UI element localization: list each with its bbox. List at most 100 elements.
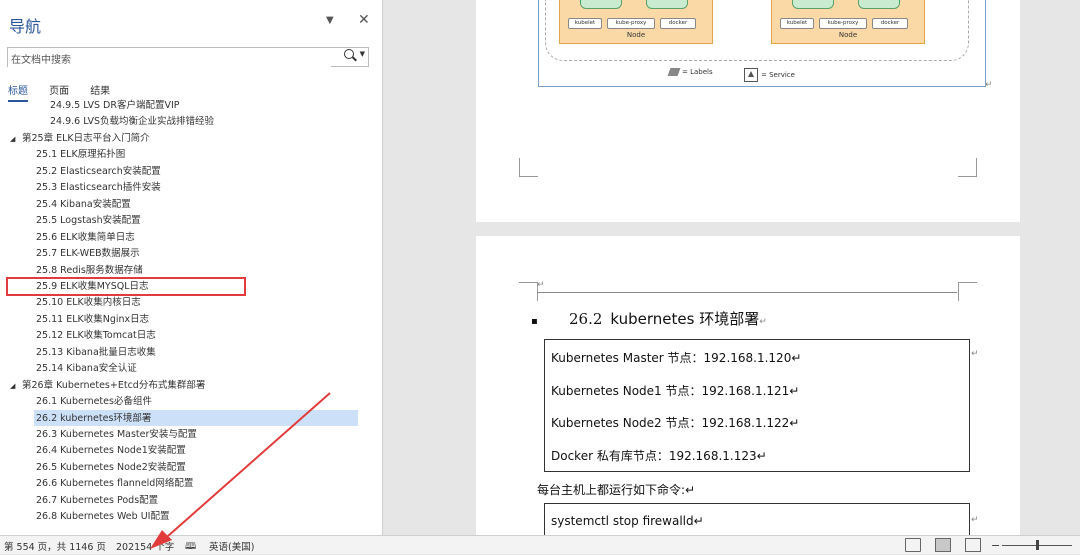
annotation-box [6, 277, 246, 296]
nav-title: 导航 [9, 17, 42, 36]
node-line: Kubernetes Node1 节点：192.168.1.121↵ [551, 384, 800, 398]
toc-item[interactable]: 24.9.5 LVS DR客户端配置VIP [50, 98, 179, 114]
status-bar: 第 554 页，共 1146 页 202154 个字 🕮 英语(美国) − [0, 535, 1080, 554]
read-mode-icon[interactable] [905, 538, 921, 552]
chevron-down-icon[interactable]: ▼ [360, 50, 365, 58]
page-current: ↵ ▪ 26.2 kubernetes 环境部署↵ Kubernetes Maste… [476, 236, 1020, 535]
toc-item[interactable]: 26.3 Kubernetes Master安装与配置 [36, 427, 197, 443]
search-input[interactable] [8, 52, 331, 69]
toc-item[interactable]: 25.3 Elasticsearch插件安装 [36, 180, 161, 196]
label-tag-icon [667, 68, 681, 76]
toc-list: 24.9.5 LVS DR客户端配置VIP 24.9.6 LVS负载均衡企业实战排… [0, 97, 382, 535]
expand-triangle-icon[interactable]: ◢ [10, 378, 22, 394]
paragraph-mark: ↵ [985, 80, 993, 90]
print-layout-icon[interactable] [935, 538, 951, 552]
node-pill: kube-proxy [819, 18, 867, 29]
toc-item[interactable]: 25.2 Elasticsearch安装配置 [36, 164, 161, 180]
node-pill: kubelet [780, 18, 814, 29]
node-label: Node [626, 31, 646, 39]
toc-item[interactable]: 26.7 Kubernetes Pods配置 [36, 493, 158, 509]
paragraph-mark: ↵ [971, 515, 979, 525]
toc-item[interactable]: 25.5 Logstash安装配置 [36, 213, 141, 229]
close-icon[interactable]: ✕ [358, 12, 370, 28]
expand-triangle-icon[interactable]: ◢ [10, 131, 22, 147]
word-count[interactable]: 202154 个字 [116, 539, 174, 553]
node-pill: docker [872, 18, 908, 29]
section-heading: ▪ 26.2 kubernetes 环境部署↵ [531, 308, 767, 329]
command-line: systemctl stop firewalld↵ [551, 514, 704, 528]
toc-item[interactable]: 25.7 ELK-WEB数据展示 [36, 246, 140, 262]
toc-chapter[interactable]: ◢ 第25章 ELK日志平台入门简介 [10, 131, 150, 147]
pod-shape [792, 0, 834, 9]
toc-item-label: 25.6 ELK收集简单日志 [36, 231, 135, 243]
page-top: kubelet kube-proxy docker Node kubelet k… [476, 0, 1020, 222]
node-pill: kube-proxy [607, 18, 655, 29]
toc-item[interactable]: 26.8 Kubernetes Web UI配置 [36, 509, 169, 525]
toc-item[interactable]: 26.2 kubernetes环境部署 [36, 411, 151, 427]
toc-item-label: 第25章 ELK日志平台入门简介 [22, 132, 150, 144]
toc-item[interactable]: 25.10 ELK收集内核日志 [36, 295, 141, 311]
toc-item[interactable]: 25.12 ELK收集Tomcat日志 [36, 328, 156, 344]
toc-item-label: 25.13 Kibana批量日志收集 [36, 346, 156, 358]
toc-item[interactable]: 26.6 Kubernetes flanneld网络配置 [36, 476, 193, 492]
toc-item-label: 25.8 Redis服务数据存储 [36, 264, 143, 276]
toc-item[interactable]: 25.11 ELK收集Nginx日志 [36, 312, 149, 328]
toc-chapter[interactable]: ◢ 第26章 Kubernetes+Etcd分布式集群部署 [10, 378, 205, 394]
toc-item-label: 26.8 Kubernetes Web UI配置 [36, 511, 170, 523]
toc-item-label: 25.1 ELK原理拓扑图 [36, 149, 126, 161]
toc-item[interactable]: 24.9.6 LVS负载均衡企业实战排错经验 [50, 114, 214, 130]
search-icon[interactable] [344, 49, 354, 59]
toc-item[interactable]: 25.4 Kibana安装配置 [36, 197, 131, 213]
language-indicator[interactable]: 英语(美国) [209, 539, 254, 553]
heading-bullet: ▪ [531, 316, 538, 327]
legend-labels: = Labels [667, 68, 713, 76]
toc-item[interactable]: 26.5 Kubernetes Node2安装配置 [36, 460, 186, 476]
toc-item-label: 24.9.5 LVS DR客户端配置VIP [50, 100, 180, 111]
toc-item[interactable]: 25.14 Kibana安全认证 [36, 361, 137, 377]
toc-item-label: 第26章 Kubernetes+Etcd分布式集群部署 [22, 379, 206, 391]
toc-item[interactable]: 25.13 Kibana批量日志收集 [36, 345, 156, 361]
toc-item-label: 26.3 Kubernetes Master安装与配置 [36, 429, 197, 440]
toc-item-label: 25.3 Elasticsearch插件安装 [36, 182, 161, 194]
nav-options-icon[interactable]: ▼ [326, 15, 334, 26]
zoom-out-button[interactable]: − [991, 539, 1000, 552]
page-header-line [537, 292, 957, 293]
nav-tabs: 标题 页面 结果 [8, 79, 126, 102]
service-icon [744, 68, 758, 82]
document-area[interactable]: kubelet kube-proxy docker Node kubelet k… [383, 0, 1080, 535]
crop-mark [519, 282, 538, 301]
legend-service: = Service [744, 68, 795, 82]
node-box: kubelet kube-proxy docker Node [559, 0, 713, 44]
command-box: systemctl stop firewalld↵ [544, 503, 970, 535]
toc-item-label: 25.4 Kibana安装配置 [36, 198, 131, 210]
node-list-box: Kubernetes Master 节点：192.168.1.120↵ Kube… [544, 339, 970, 472]
toc-item-label: 26.2 kubernetes环境部署 [36, 412, 152, 424]
pod-shape [580, 0, 622, 9]
toc-item-label: 26.1 Kubernetes必备组件 [36, 396, 152, 408]
node-pill: kubelet [568, 18, 602, 29]
pod-shape [646, 0, 688, 9]
crop-mark [519, 158, 538, 177]
toc-item-label: 25.11 ELK收集Nginx日志 [36, 313, 150, 325]
heading-text: kubernetes 环境部署 [610, 310, 760, 328]
toc-item-label: 25.10 ELK收集内核日志 [36, 297, 141, 309]
instruction-text: 每台主机上都运行如下命令:↵ [537, 483, 696, 497]
toc-item[interactable]: 26.4 Kubernetes Node1安装配置 [36, 443, 186, 459]
toc-item-label: 26.4 Kubernetes Node1安装配置 [36, 445, 186, 457]
toc-item[interactable]: 25.1 ELK原理拓扑图 [36, 147, 125, 163]
crop-mark [958, 158, 977, 177]
node-pill: docker [660, 18, 696, 29]
toc-item[interactable]: 26.1 Kubernetes必备组件 [36, 394, 152, 410]
toc-item[interactable]: 25.6 ELK收集简单日志 [36, 230, 135, 246]
node-box: kubelet kube-proxy docker Node [771, 0, 925, 44]
node-line: Kubernetes Node2 节点：192.168.1.122↵ [551, 416, 800, 430]
toc-item-label: 25.2 Elasticsearch安装配置 [36, 165, 161, 177]
web-layout-icon[interactable] [965, 538, 981, 552]
legend-labels-text: = Labels [682, 68, 713, 76]
zoom-slider-thumb[interactable] [1036, 540, 1039, 550]
node-label: Node [838, 31, 858, 39]
paragraph-mark: ↵ [971, 349, 979, 359]
legend-service-text: = Service [761, 71, 795, 79]
crop-mark [958, 282, 977, 301]
page-count[interactable]: 第 554 页，共 1146 页 [4, 539, 106, 553]
